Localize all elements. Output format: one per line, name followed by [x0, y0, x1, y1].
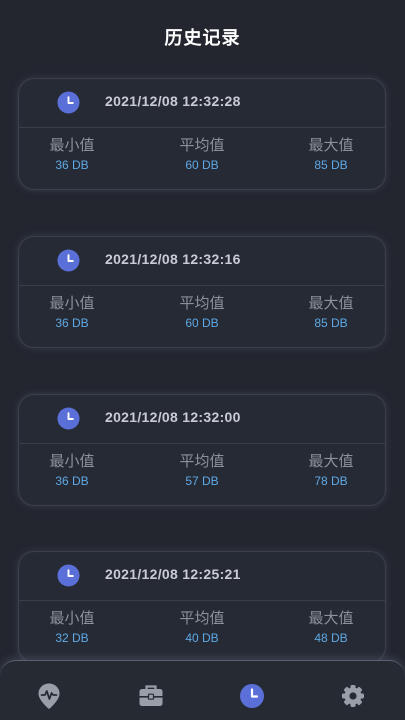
min-stat: 最小值 36 DB [27, 293, 117, 331]
max-stat: 最大值 78 DB [286, 451, 376, 489]
record-stats: 最小值 36 DB 平均值 57 DB 最大值 78 DB [19, 451, 385, 497]
history-record-card[interactable]: 2021/12/08 12:32:00 最小值 36 DB 平均值 57 DB … [18, 394, 386, 506]
max-value: 48 DB [314, 631, 348, 645]
clock-icon [57, 249, 80, 272]
clock-icon [240, 684, 264, 708]
clock-icon [57, 91, 80, 114]
max-stat: 最大值 48 DB [286, 608, 376, 646]
min-stat: 最小值 36 DB [27, 135, 117, 173]
avg-stat: 平均值 60 DB [157, 135, 247, 173]
record-header: 2021/12/08 12:32:28 [19, 79, 385, 127]
avg-value: 60 DB [185, 158, 219, 172]
min-value: 36 DB [55, 474, 89, 488]
divider [19, 600, 385, 601]
record-stats: 最小值 36 DB 平均值 60 DB 最大值 85 DB [19, 135, 385, 181]
history-record-card[interactable]: 2021/12/08 12:32:28 最小值 36 DB 平均值 60 DB … [18, 78, 386, 190]
min-label: 最小值 [49, 136, 95, 154]
clock-icon [57, 407, 80, 430]
avg-label: 平均值 [179, 294, 225, 312]
record-timestamp: 2021/12/08 12:32:16 [105, 251, 241, 267]
avg-stat: 平均值 40 DB [157, 608, 247, 646]
bottom-navigation-bar [0, 660, 405, 720]
history-record-card[interactable]: 2021/12/08 12:32:16 最小值 36 DB 平均值 60 DB … [18, 236, 386, 348]
avg-label: 平均值 [179, 609, 225, 627]
avg-label: 平均值 [179, 136, 225, 154]
max-value: 78 DB [314, 474, 348, 488]
toolbox-icon [139, 685, 163, 706]
avg-stat: 平均值 57 DB [157, 451, 247, 489]
max-stat: 最大值 85 DB [286, 293, 376, 331]
record-header: 2021/12/08 12:32:00 [19, 395, 385, 443]
record-timestamp: 2021/12/08 12:25:21 [105, 566, 241, 582]
min-label: 最小值 [49, 609, 95, 627]
nav-item-measure[interactable] [34, 681, 66, 713]
max-value: 85 DB [314, 158, 348, 172]
record-header: 2021/12/08 12:25:21 [19, 552, 385, 600]
min-stat: 最小值 36 DB [27, 451, 117, 489]
pulse-pin-icon [38, 683, 60, 709]
avg-value: 40 DB [185, 631, 219, 645]
record-header: 2021/12/08 12:32:16 [19, 237, 385, 285]
record-timestamp: 2021/12/08 12:32:00 [105, 409, 241, 425]
min-value: 36 DB [55, 316, 89, 330]
record-timestamp: 2021/12/08 12:32:28 [105, 93, 241, 109]
min-value: 32 DB [55, 631, 89, 645]
min-label: 最小值 [49, 294, 95, 312]
nav-item-history[interactable] [237, 681, 269, 713]
max-value: 85 DB [314, 316, 348, 330]
gear-icon [342, 685, 364, 707]
min-value: 36 DB [55, 158, 89, 172]
max-label: 最大值 [308, 609, 354, 627]
max-label: 最大值 [308, 294, 354, 312]
min-label: 最小值 [49, 452, 95, 470]
max-stat: 最大值 85 DB [286, 135, 376, 173]
divider [19, 285, 385, 286]
record-stats: 最小值 36 DB 平均值 60 DB 最大值 85 DB [19, 293, 385, 339]
nav-item-tools[interactable] [136, 681, 168, 713]
max-label: 最大值 [308, 136, 354, 154]
divider [19, 127, 385, 128]
divider [19, 443, 385, 444]
avg-stat: 平均值 60 DB [157, 293, 247, 331]
min-stat: 最小值 32 DB [27, 608, 117, 646]
avg-label: 平均值 [179, 452, 225, 470]
avg-value: 57 DB [185, 474, 219, 488]
history-record-list: 2021/12/08 12:32:28 最小值 36 DB 平均值 60 DB … [0, 0, 405, 720]
avg-value: 60 DB [185, 316, 219, 330]
max-label: 最大值 [308, 452, 354, 470]
nav-item-settings[interactable] [338, 681, 370, 713]
history-record-card[interactable]: 2021/12/08 12:25:21 最小值 32 DB 平均值 40 DB … [18, 551, 386, 663]
record-stats: 最小值 32 DB 平均值 40 DB 最大值 48 DB [19, 608, 385, 654]
clock-icon [57, 564, 80, 587]
